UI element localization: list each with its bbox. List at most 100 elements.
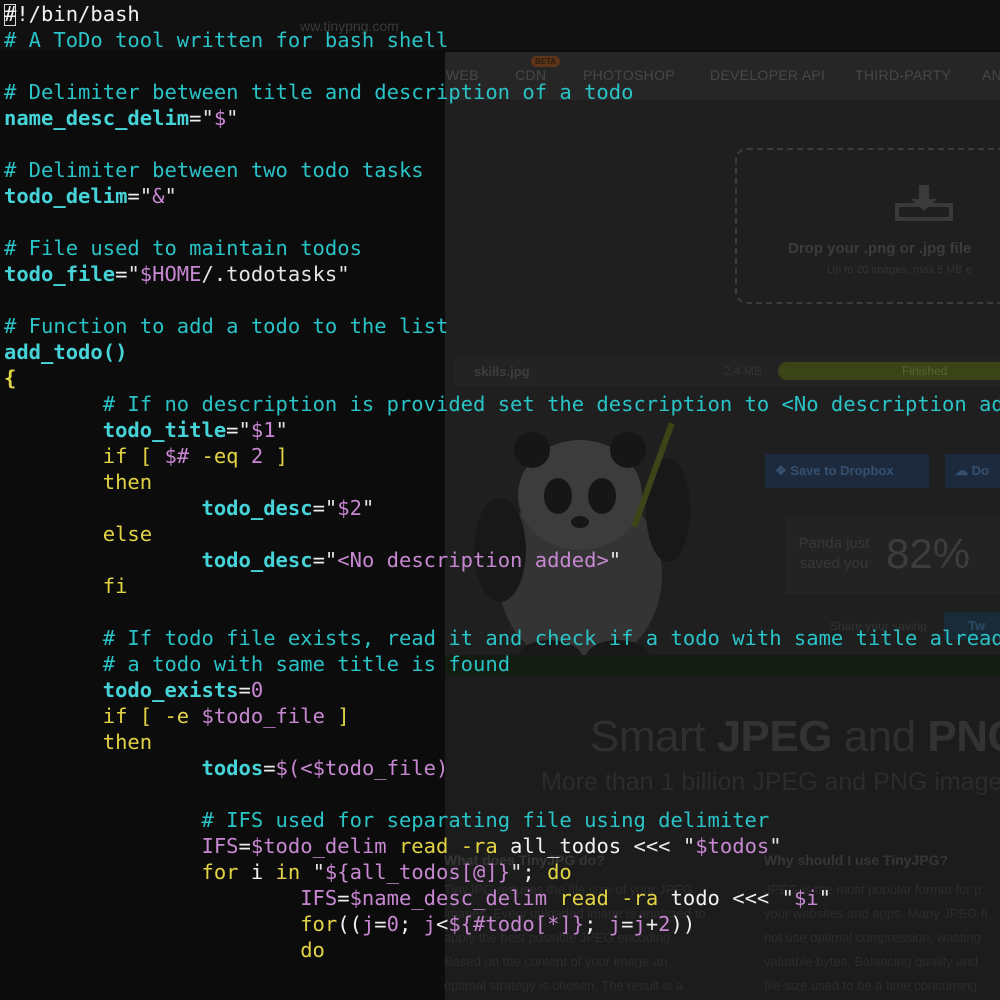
- code-token: for: [201, 860, 239, 884]
- code-line: IFS=$name_desc_delim read -ra todo <<< "…: [4, 885, 1000, 911]
- code-token: $1: [250, 418, 276, 442]
- code-line: fi: [4, 573, 1000, 599]
- code-line: todo_file="$HOME/.todotasks": [4, 261, 1000, 287]
- code-line: if [ -e $todo_file ]: [4, 703, 1000, 729]
- code-line: else: [4, 521, 1000, 547]
- code-token: if: [102, 444, 128, 468]
- code-token: # File used to maintain todos: [4, 236, 362, 260]
- code-token: =: [115, 262, 128, 286]
- code-token: -ra: [460, 834, 498, 858]
- code-line: add_todo(): [4, 339, 1000, 365]
- code-token: j: [608, 912, 622, 936]
- terminal-window[interactable]: #!/bin/bash # A ToDo tool written for bas…: [0, 0, 1000, 1000]
- code-token: if: [102, 704, 128, 728]
- code-token: todo: [658, 886, 733, 910]
- code-token: {: [4, 366, 17, 390]
- code-token: ": [127, 262, 140, 286]
- code-token: 2: [250, 444, 264, 468]
- code-token: ": [682, 834, 696, 858]
- code-token: ;: [398, 912, 424, 936]
- code-token: ": [769, 834, 782, 858]
- code-line: name_desc_delim="$": [4, 105, 1000, 131]
- code-token: =: [312, 548, 325, 572]
- code-line: # Delimiter between title and descriptio…: [4, 79, 1000, 105]
- code-line: todo_exists=0: [4, 677, 1000, 703]
- code-token: $: [213, 106, 227, 130]
- code-token: ": [275, 418, 288, 442]
- code-buffer[interactable]: #!/bin/bash # A ToDo tool written for bas…: [4, 1, 1000, 963]
- code-token: ]: [275, 444, 288, 468]
- code-token: fi: [102, 574, 128, 598]
- code-token: todo_exists: [102, 678, 239, 702]
- code-token: todo_title: [102, 418, 227, 442]
- code-token: IFS: [201, 834, 239, 858]
- code-token: ${#todo[*]}: [448, 912, 585, 936]
- code-line: # Function to add a todo to the list: [4, 313, 1000, 339]
- code-token: IFS: [300, 886, 338, 910]
- code-token: then: [102, 470, 153, 494]
- code-token: todo_desc: [201, 548, 313, 572]
- code-token: -eq: [201, 444, 239, 468]
- code-token: all_todos: [497, 834, 634, 858]
- code-token: [: [139, 444, 153, 468]
- code-token: $todo_delim: [250, 834, 387, 858]
- code-token: )): [670, 912, 696, 936]
- code-token: =: [312, 496, 325, 520]
- code-token: ": [781, 886, 794, 910]
- code-token: add_todo(): [4, 340, 128, 364]
- code-token: /.todotasks": [201, 262, 350, 286]
- code-token: =: [263, 756, 276, 780]
- code-token: read: [398, 834, 449, 858]
- code-line: for((j=0; j<${#todo[*]}; j=j+2)): [4, 911, 1000, 937]
- code-token: ": [361, 496, 375, 520]
- code-token: 2: [658, 912, 671, 936]
- code-token: do: [547, 860, 572, 884]
- code-token: ": [312, 860, 325, 884]
- code-token: read: [559, 886, 609, 910]
- code-line: IFS=$todo_delim read -ra all_todos <<< "…: [4, 833, 1000, 859]
- code-token: ": [164, 184, 177, 208]
- code-token: =: [238, 678, 251, 702]
- code-token: # a todo with same title is found: [102, 652, 511, 676]
- code-token: ": [238, 418, 251, 442]
- code-token: ": [226, 106, 239, 130]
- code-token: $2: [337, 496, 362, 520]
- code-line: todo_delim="&": [4, 183, 1000, 209]
- code-token: ;: [522, 860, 548, 884]
- code-line: do: [4, 937, 1000, 963]
- code-token: ]: [337, 704, 350, 728]
- code-token: <<<: [732, 886, 770, 910]
- code-token: j: [633, 912, 646, 936]
- code-token: do: [300, 938, 325, 962]
- code-line: todo_desc="$2": [4, 495, 1000, 521]
- code-line: todo_desc="<No description added>": [4, 547, 1000, 573]
- code-token: #!/bin/bash: [4, 2, 140, 26]
- code-line: {: [4, 365, 1000, 391]
- code-token: for: [300, 912, 338, 936]
- code-token: <<<: [633, 834, 671, 858]
- code-line: then: [4, 729, 1000, 755]
- code-token: ": [201, 106, 214, 130]
